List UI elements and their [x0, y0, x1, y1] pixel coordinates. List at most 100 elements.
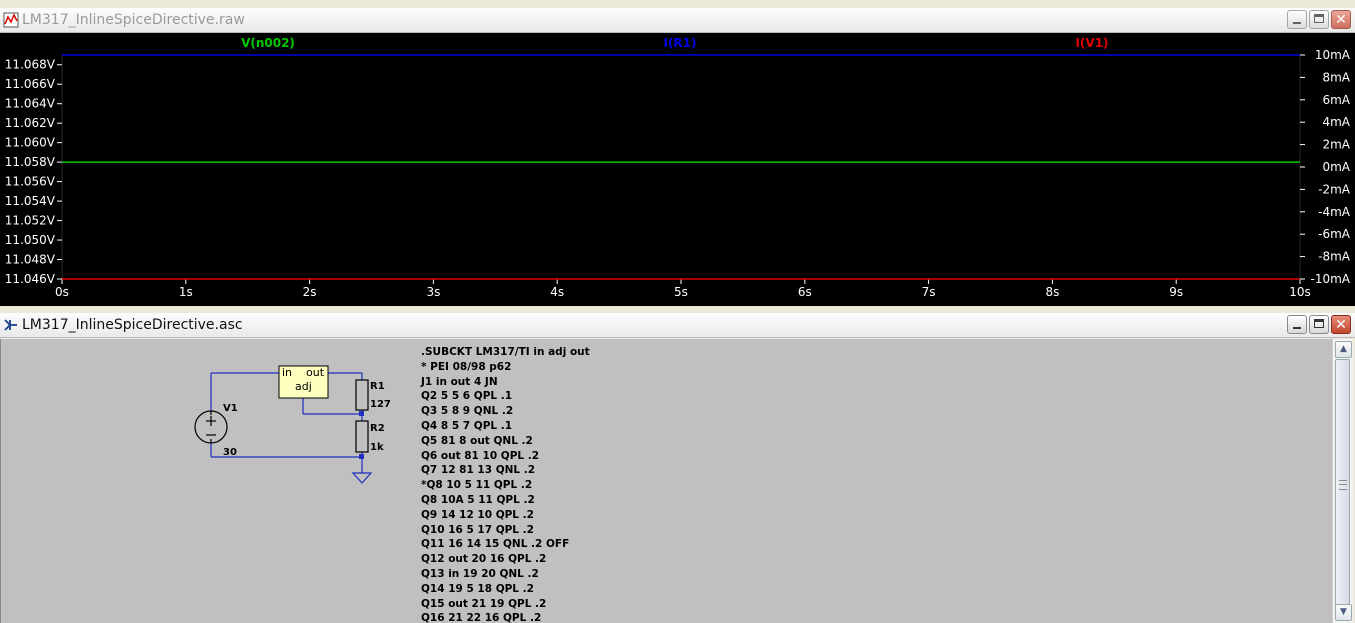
x-tick-label: 1s [179, 285, 193, 299]
netlist-line: Q2 5 5 6 QPL .1 [421, 390, 513, 403]
v1-voltage-source[interactable] [194, 410, 228, 444]
netlist-line: Q9 14 12 10 QPL .2 [421, 508, 534, 521]
right-axis-tick-label: -10mA [1311, 272, 1351, 286]
x-tick-label: 5s [674, 285, 688, 299]
left-axis-tick-label: 11.064V [5, 97, 56, 111]
scroll-up-button[interactable]: ▲ [1335, 341, 1352, 358]
right-axis-tick-label: 0mA [1322, 160, 1350, 174]
minimize-button[interactable] [1287, 10, 1307, 29]
netlist-line: Q11 16 14 15 QNL .2 OFF [421, 538, 570, 551]
close-button[interactable]: ✕ [1331, 10, 1351, 29]
x-tick-label: 10s [1289, 285, 1311, 299]
x-tick-label: 0s [55, 285, 69, 299]
right-axis-tick-label: 2mA [1322, 138, 1350, 152]
v1-name-label: V1 [223, 403, 238, 414]
close-button[interactable]: ✕ [1331, 315, 1351, 334]
r2-name-label: R2 [370, 423, 385, 434]
netlist-line: Q14 19 5 18 QPL .2 [421, 582, 534, 595]
r2-value-label: 1k [370, 442, 384, 453]
trace-label[interactable]: I(R1) [663, 36, 696, 50]
r1-name-label: R1 [370, 381, 385, 392]
netlist-line: Q13 in 19 20 QNL .2 [421, 567, 539, 580]
netlist-line: Q5 81 8 out QNL .2 [421, 434, 533, 447]
plot-frame [61, 54, 1301, 280]
vertical-scrollbar[interactable]: ▲ ▼ [1332, 339, 1353, 623]
waveform-plot-pane[interactable]: 0s 1s 2s 3s 4s 5s 6s 7s 8s 9s 10s 11.068V 11.066V 11.… [0, 33, 1355, 306]
netlist-line: Q10 16 5 17 QPL .2 [421, 523, 534, 536]
left-axis-tick-label: 11.066V [5, 77, 56, 91]
minimize-button[interactable] [1287, 315, 1307, 334]
ground-symbol[interactable] [351, 472, 373, 484]
trace-label[interactable]: V(n002) [241, 36, 295, 50]
left-axis-tick-label: 11.058V [5, 155, 56, 169]
netlist-line: Q6 out 81 10 QPL .2 [421, 449, 540, 462]
schematic-window-title: LM317_InlineSpiceDirective.asc [22, 317, 243, 333]
wire-junction [359, 454, 364, 459]
schematic-window: LM317_InlineSpiceDirective.asc ✕ in out … [0, 313, 1355, 623]
right-axis-tick-label: 8mA [1322, 70, 1350, 84]
waveform-titlebar[interactable]: LM317_InlineSpiceDirective.raw ✕ [0, 8, 1355, 33]
netlist-line: Q16 21 22 16 QPL .2 [421, 612, 542, 623]
chevron-down-icon: ▼ [1340, 607, 1347, 617]
left-axis-tick-label: 11.052V [5, 214, 56, 228]
v1-value-label: 30 [223, 447, 237, 458]
maximize-button[interactable] [1309, 315, 1329, 334]
maximize-icon [1314, 14, 1324, 23]
grip-icon [1339, 480, 1347, 490]
netlist-line: Q3 5 8 9 QNL .2 [421, 405, 514, 418]
waveform-app-icon [3, 12, 19, 28]
x-tick-label: 7s [922, 285, 936, 299]
waveform-window-title: LM317_InlineSpiceDirective.raw [22, 12, 245, 28]
schematic-canvas[interactable]: in out adj R1 127 R2 1k V1 30 .SUBCKT LM… [0, 339, 1334, 623]
block-pin-out-label: out [306, 366, 325, 379]
x-tick-label: 3s [426, 285, 440, 299]
r2-resistor[interactable] [355, 420, 369, 453]
left-axis-tick-label: 11.048V [5, 253, 56, 267]
r1-value-label: 127 [370, 399, 391, 410]
x-tick-label: 2s [303, 285, 317, 299]
block-pin-in-label: in [282, 366, 292, 379]
scroll-down-button[interactable]: ▼ [1335, 604, 1352, 621]
schematic-titlebar[interactable]: LM317_InlineSpiceDirective.asc ✕ [0, 313, 1355, 338]
chevron-up-icon: ▲ [1340, 344, 1347, 354]
wire-junction [359, 411, 364, 416]
left-axis-tick-label: 11.056V [5, 175, 56, 189]
right-axis-tick-label: -8mA [1318, 250, 1351, 264]
minimize-icon [1293, 22, 1301, 24]
scrollbar-thumb[interactable] [1335, 359, 1350, 611]
right-axis-tick-label: -4mA [1318, 205, 1351, 219]
netlist-line: Q12 out 20 16 QPL .2 [421, 553, 547, 566]
netlist-line: Q4 8 5 7 QPL .1 [421, 419, 513, 432]
left-axis-tick-label: 11.054V [5, 194, 56, 208]
spice-directive-text[interactable]: .SUBCKT LM317/TI in adj out * PEI 08/98 p… [421, 345, 590, 623]
right-axis-tick-label: 6mA [1322, 93, 1350, 107]
close-icon: ✕ [1335, 12, 1347, 28]
netlist-line: Q7 12 81 13 QNL .2 [421, 464, 536, 477]
netlist-line: * PEI 08/98 p62 [421, 360, 512, 373]
right-axis-tick-label: -2mA [1318, 182, 1351, 196]
left-axis-tick-label: 11.046V [5, 272, 56, 286]
schematic-drawing[interactable]: in out adj R1 127 R2 1k V1 30 [1, 339, 421, 623]
close-icon: ✕ [1335, 317, 1347, 333]
right-axis-tick-label: 10mA [1315, 48, 1351, 62]
waveform-plot[interactable]: 0s 1s 2s 3s 4s 5s 6s 7s 8s 9s 10s 11.068V 11.066V 11.… [0, 33, 1355, 306]
netlist-line: J1 in out 4 JN [421, 375, 498, 388]
block-pin-adj-label: adj [295, 380, 312, 393]
netlist-line: .SUBCKT LM317/TI in adj out [421, 346, 590, 358]
schematic-app-icon [4, 319, 17, 331]
right-axis-tick-label: 4mA [1322, 115, 1350, 129]
x-tick-label: 4s [550, 285, 564, 299]
netlist-line: Q15 out 21 19 QPL .2 [421, 597, 547, 610]
x-tick-label: 6s [798, 285, 812, 299]
r1-resistor[interactable] [355, 379, 369, 411]
x-tick-label: 8s [1045, 285, 1059, 299]
maximize-button[interactable] [1309, 10, 1329, 29]
netlist-line: Q8 10A 5 11 QPL .2 [421, 493, 535, 506]
left-axis-tick-label: 11.068V [5, 58, 56, 72]
waveform-window: LM317_InlineSpiceDirective.raw ✕ 0s 1s 2s 3… [0, 8, 1355, 306]
x-tick-label: 9s [1169, 285, 1183, 299]
right-axis-tick-label: -6mA [1318, 227, 1351, 241]
left-axis-tick-label: 11.050V [5, 233, 56, 247]
trace-label[interactable]: I(V1) [1075, 36, 1108, 50]
left-axis-tick-label: 11.060V [5, 136, 56, 150]
